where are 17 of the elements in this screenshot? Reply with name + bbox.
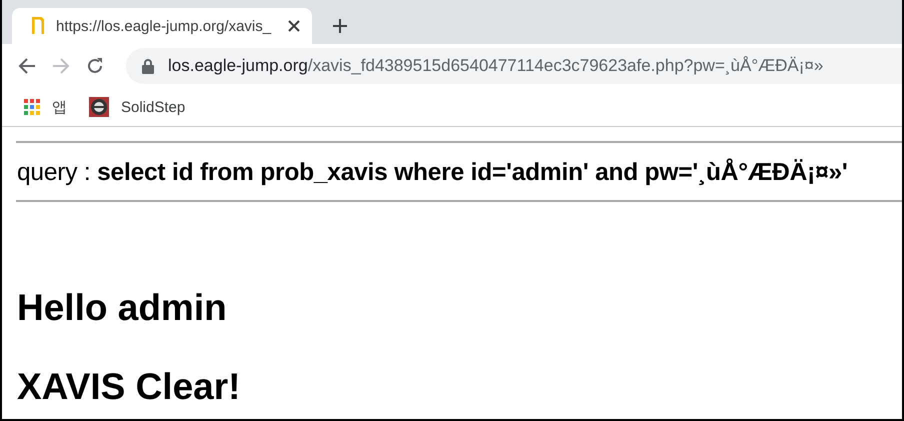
heading: Hello admin <box>17 289 228 326</box>
heading: XAVIS Clear! <box>17 368 242 405</box>
bookmark-item[interactable]: SolidStep <box>89 97 186 117</box>
back-icon[interactable] <box>18 57 36 75</box>
reload-icon[interactable] <box>86 57 104 75</box>
query-text: query : select id from prob_xavis where id='admin' and pw='¸ùÅ°ÆÐÄ¡¤»' <box>16 157 849 188</box>
close-icon[interactable] <box>288 20 300 32</box>
site-icon <box>32 17 44 35</box>
lock-icon <box>142 58 154 74</box>
tab-title: https://los.eagle-jump.org/xavis_ <box>56 18 272 34</box>
address-bar[interactable]: los.eagle-jump.org/xavis_fd4389515d6540477114ec3c79623afe.php?pw=¸ùÅ°ÆÐÄ¡¤» <box>126 48 902 84</box>
url-text: los.eagle-jump.org/xavis_fd4389515d6540477114ec3c79623afe.php?pw=¸ùÅ°ÆÐÄ¡¤» <box>168 56 824 76</box>
apps-icon <box>24 99 40 115</box>
bookmark-item[interactable]: 앱 <box>24 98 67 116</box>
new-tab-icon[interactable] <box>332 18 348 34</box>
browser-tab[interactable]: https://los.eagle-jump.org/xavis_ <box>12 8 312 44</box>
site-icon <box>89 97 109 117</box>
